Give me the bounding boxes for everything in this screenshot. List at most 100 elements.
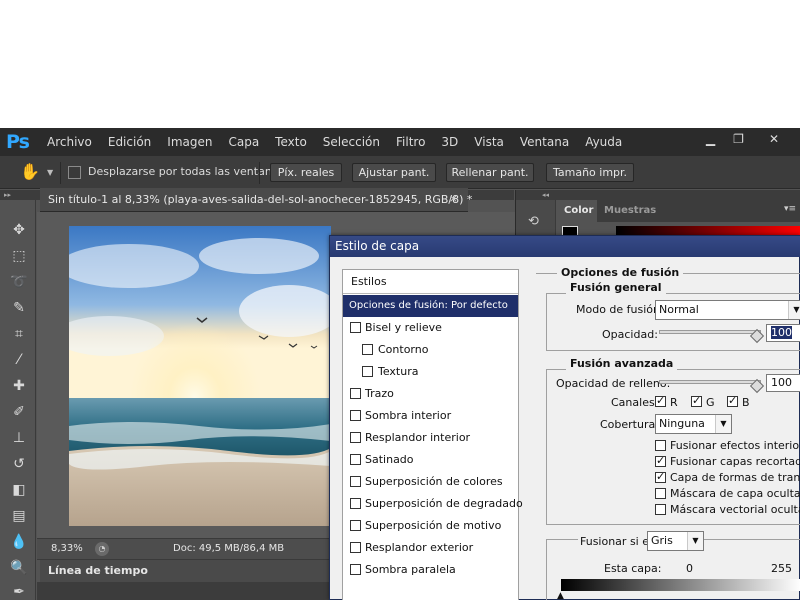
menu-seleccion[interactable]: Selección [315,128,388,156]
blend-clipped-layers-checkbox[interactable] [655,454,666,467]
maximize-button[interactable]: ❐ [722,128,755,150]
eraser-tool-icon[interactable]: ◧ [9,480,29,500]
pen-tool-icon[interactable]: ✒ [9,582,29,600]
chevron-down-icon[interactable]: ▼ [687,532,703,550]
style-checkbox[interactable] [350,388,361,399]
clone-stamp-tool-icon[interactable]: ⊥ [9,428,29,448]
style-bevel-emboss[interactable]: Bisel y relieve [343,317,518,339]
dodge-tool-icon[interactable]: 🔍 [9,558,29,578]
fill-opacity-input[interactable]: 100 [766,374,800,392]
fill-opacity-slider[interactable] [659,380,761,384]
right-panel-grip[interactable]: ◂◂ [516,190,800,200]
options-bar: ✋ ▼ Desplazarse por todas las ventanas P… [0,156,800,189]
style-checkbox[interactable] [350,410,361,421]
scroll-all-windows-checkbox[interactable] [68,166,81,179]
style-gradient-overlay[interactable]: Superposición de degradado [343,493,523,515]
blend-mode-select[interactable]: Normal ▼ [655,300,800,320]
document-tab[interactable]: Sin título-1 al 8,33% (playa-aves-salida… [40,188,472,212]
healing-brush-tool-icon[interactable]: ✚ [9,376,29,396]
status-info-icon[interactable]: ◔ [95,542,109,556]
vector-mask-hides-checkbox[interactable] [655,504,666,515]
move-tool-icon[interactable]: ✥ [9,220,29,240]
style-outer-glow[interactable]: Resplandor exterior [343,537,518,559]
lasso-tool-icon[interactable]: ➰ [9,272,29,292]
eyedropper-tool-icon[interactable]: ⁄ [9,350,29,370]
style-color-overlay[interactable]: Superposición de colores [343,471,518,493]
tool-preset-chevron-icon[interactable]: ▼ [47,168,53,177]
blend-if-select[interactable]: Gris ▼ [647,531,704,551]
style-checkbox[interactable] [350,322,361,333]
style-checkbox[interactable] [350,498,361,509]
knockout-select[interactable]: Ninguna ▼ [655,414,732,434]
style-texture[interactable]: Textura [343,361,518,383]
menu-capa[interactable]: Capa [220,128,267,156]
fill-screen-button[interactable]: Rellenar pant. [446,163,534,182]
channel-b-checkbox[interactable] [727,394,738,407]
style-checkbox[interactable] [350,454,361,465]
blur-tool-icon[interactable]: 💧 [9,532,29,552]
menu-archivo[interactable]: Archivo [39,128,100,156]
tab-muestras[interactable]: Muestras [604,205,656,216]
menu-filtro[interactable]: Filtro [388,128,433,156]
styles-header[interactable]: Estilos [343,270,518,294]
history-brush-tool-icon[interactable]: ↺ [9,454,29,474]
close-document-icon[interactable]: × [449,192,458,205]
menu-ventana[interactable]: Ventana [512,128,577,156]
channel-b-label: B [742,396,750,409]
menu-ayuda[interactable]: Ayuda [577,128,630,156]
this-layer-black-slider[interactable]: ▲ [557,591,564,600]
gradient-tool-icon[interactable]: ▤ [9,506,29,526]
actual-pixels-button[interactable]: Píx. reales [270,163,342,182]
brush-tool-icon[interactable]: ✐ [9,402,29,422]
style-checkbox[interactable] [350,432,361,443]
menu-edicion[interactable]: Edición [100,128,159,156]
style-stroke[interactable]: Trazo [343,383,518,405]
opacity-value: 100 [771,326,792,339]
style-blending-options[interactable]: Opciones de fusión: Por defecto [343,295,518,317]
quick-selection-tool-icon[interactable]: ✎ [9,298,29,318]
style-pattern-overlay[interactable]: Superposición de motivo [343,515,518,537]
timeline-tab[interactable]: Línea de tiempo [40,560,330,582]
layer-mask-hides-checkbox[interactable] [655,488,666,499]
style-label: Textura [378,365,419,378]
menu-3d[interactable]: 3D [433,128,466,156]
print-size-button[interactable]: Tamaño impr. [546,163,634,182]
beach-sunset-photo[interactable] [69,226,331,526]
channel-r-checkbox[interactable] [655,394,666,407]
style-checkbox[interactable] [362,366,373,377]
blend-interior-effects-checkbox[interactable] [655,440,666,451]
style-checkbox[interactable] [350,476,361,487]
panel-menu-icon[interactable]: ▾≡ [784,204,796,214]
opacity-input[interactable]: 100 [766,324,800,342]
style-inner-shadow[interactable]: Sombra interior [343,405,518,427]
style-satin[interactable]: Satinado [343,449,518,471]
crop-tool-icon[interactable]: ⌗ [9,324,29,344]
tab-color[interactable]: Color [564,205,593,216]
style-checkbox[interactable] [350,542,361,553]
history-panel-icon[interactable]: ⟲ [528,214,544,230]
marquee-tool-icon[interactable]: ⬚ [9,246,29,266]
opacity-slider[interactable] [659,330,761,334]
chevron-down-icon[interactable]: ▼ [788,301,800,319]
this-layer-gradient[interactable] [561,579,800,591]
style-checkbox[interactable] [362,344,373,355]
menu-texto[interactable]: Texto [267,128,315,156]
style-drop-shadow[interactable]: Sombra paralela [343,559,518,581]
transparency-shapes-checkbox[interactable] [655,470,666,483]
style-label: Superposición de degradado [365,497,523,510]
close-window-button[interactable]: ✕ [752,128,796,150]
style-inner-glow[interactable]: Resplandor interior [343,427,518,449]
style-contour[interactable]: Contorno [343,339,518,361]
style-checkbox[interactable] [350,564,361,575]
zoom-level[interactable]: 8,33% [51,543,83,554]
dialog-title[interactable]: Estilo de capa [330,236,800,257]
menu-imagen[interactable]: Imagen [159,128,220,156]
style-checkbox[interactable] [350,520,361,531]
hand-tool-icon[interactable]: ✋ [20,162,40,182]
menu-vista[interactable]: Vista [466,128,512,156]
fit-screen-button[interactable]: Ajustar pant. [352,163,436,182]
tools-grip[interactable]: ▸▸ [0,190,36,200]
channel-g-checkbox[interactable] [691,394,702,407]
channels-label: Canales: [611,396,659,409]
chevron-down-icon[interactable]: ▼ [715,415,731,433]
